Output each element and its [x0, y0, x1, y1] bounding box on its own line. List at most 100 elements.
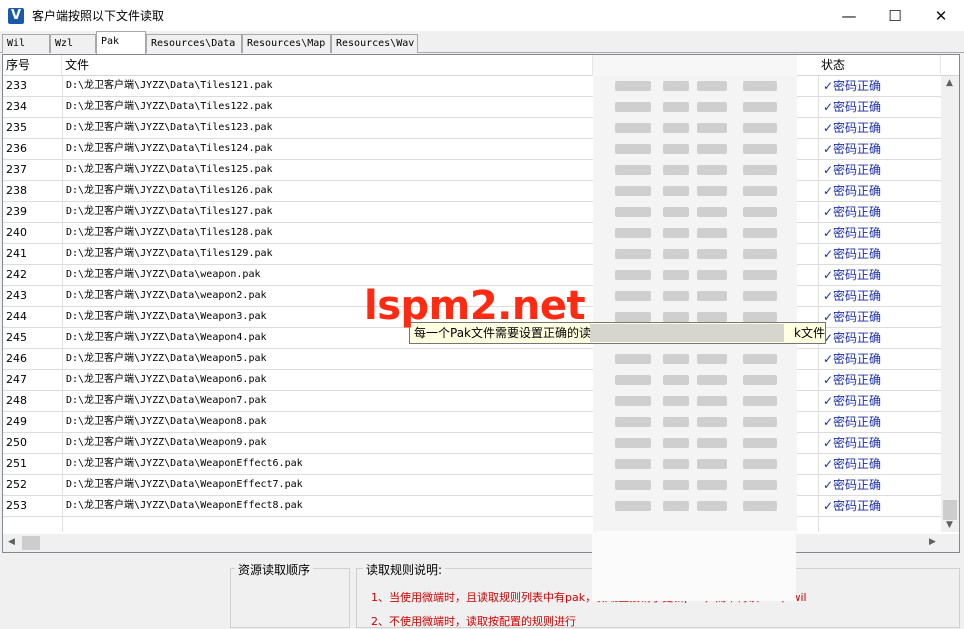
row-index: 240 — [6, 226, 27, 239]
table-row[interactable]: 233 D:\龙卫客户端\JYZZ\Data\Tiles121.pak ✓密码正确 — [3, 76, 941, 97]
tab-resources-wav[interactable]: Resources\Wav — [331, 34, 418, 53]
redaction-block — [663, 249, 689, 259]
redaction-block — [663, 396, 689, 406]
row-status: ✓密码正确 — [823, 268, 882, 282]
horizontal-scroll-thumb[interactable] — [22, 536, 40, 550]
redaction-block — [743, 396, 777, 406]
redaction-block — [615, 102, 651, 112]
redaction-block — [615, 375, 651, 385]
redaction-block — [697, 312, 727, 322]
table-row[interactable]: 251 D:\龙卫客户端\JYZZ\Data\WeaponEffect6.pak ✓… — [3, 454, 941, 475]
redaction-block — [615, 312, 651, 322]
redaction-block — [743, 354, 777, 364]
table-row[interactable]: 249 D:\龙卫客户端\JYZZ\Data\Weapon8.pak ✓密码正确 — [3, 412, 941, 433]
redacted-cell — [593, 454, 797, 475]
row-status: ✓密码正确 — [823, 184, 882, 198]
table-row[interactable]: 240 D:\龙卫客户端\JYZZ\Data\Tiles128.pak ✓密码正确 — [3, 223, 941, 244]
row-status: ✓密码正确 — [823, 499, 882, 513]
table-row[interactable]: 241 D:\龙卫客户端\JYZZ\Data\Tiles129.pak ✓密码正确 — [3, 244, 941, 265]
redaction-block — [697, 186, 727, 196]
table-row[interactable]: 234 D:\龙卫客户端\JYZZ\Data\Tiles122.pak ✓密码正确 — [3, 97, 941, 118]
redacted-cell — [593, 118, 797, 139]
redaction-block — [663, 102, 689, 112]
table-row[interactable]: 239 D:\龙卫客户端\JYZZ\Data\Tiles127.pak ✓密码正确 — [3, 202, 941, 223]
read-order-group: 资源读取顺序 — [230, 561, 350, 628]
table-row[interactable]: 237 D:\龙卫客户端\JYZZ\Data\Tiles125.pak ✓密码正确 — [3, 160, 941, 181]
vertical-scroll-thumb[interactable] — [943, 500, 957, 520]
row-index: 252 — [6, 478, 27, 491]
redaction-block — [615, 249, 651, 259]
row-index: 233 — [6, 79, 27, 92]
row-file-path: D:\龙卫客户端\JYZZ\Data\weapon.pak — [66, 269, 261, 280]
row-index: 242 — [6, 268, 27, 281]
redaction-block — [615, 207, 651, 217]
row-status: ✓密码正确 — [823, 163, 882, 177]
tab-resources-map[interactable]: Resources\Map — [242, 34, 331, 53]
row-file-path: D:\龙卫客户端\JYZZ\Data\Weapon8.pak — [66, 416, 267, 427]
row-status: ✓密码正确 — [823, 79, 882, 93]
redacted-cell — [593, 244, 797, 265]
redaction-block — [615, 81, 651, 91]
table-row[interactable]: 248 D:\龙卫客户端\JYZZ\Data\Weapon7.pak ✓密码正确 — [3, 391, 941, 412]
tab-wil[interactable]: Wil — [2, 34, 50, 53]
list-header: 序号 文件 状态 — [3, 55, 959, 76]
redaction-block — [697, 144, 727, 154]
redaction-block — [615, 144, 651, 154]
redaction-block — [743, 312, 777, 322]
table-row[interactable]: 235 D:\龙卫客户端\JYZZ\Data\Tiles123.pak ✓密码正确 — [3, 118, 941, 139]
table-row[interactable]: 238 D:\龙卫客户端\JYZZ\Data\Tiles126.pak ✓密码正确 — [3, 181, 941, 202]
row-status: ✓密码正确 — [823, 142, 882, 156]
table-row[interactable]: 250 D:\龙卫客户端\JYZZ\Data\Weapon9.pak ✓密码正确 — [3, 433, 941, 454]
row-file-path: D:\龙卫客户端\JYZZ\Data\WeaponEffect6.pak — [66, 458, 303, 469]
redaction-block — [697, 123, 727, 133]
table-row[interactable]: 236 D:\龙卫客户端\JYZZ\Data\Tiles124.pak ✓密码正确 — [3, 139, 941, 160]
minimize-button[interactable]: — — [826, 0, 872, 31]
tab-resources-data[interactable]: Resources\Data — [146, 34, 242, 53]
read-order-label: 资源读取顺序 — [235, 561, 314, 578]
row-status: ✓密码正确 — [823, 436, 882, 450]
column-header-index[interactable]: 序号 — [3, 55, 62, 76]
redacted-column — [593, 76, 797, 532]
scroll-right-arrow-icon[interactable]: ▶ — [929, 537, 936, 547]
row-file-path: D:\龙卫客户端\JYZZ\Data\Tiles128.pak — [66, 227, 273, 238]
row-index: 246 — [6, 352, 27, 365]
tab-pak[interactable]: Pak — [96, 31, 146, 54]
scroll-up-arrow-icon[interactable]: ▲ — [946, 78, 953, 88]
redaction-block — [663, 81, 689, 91]
redaction-block — [743, 186, 777, 196]
redaction-block — [615, 228, 651, 238]
row-file-path: D:\龙卫客户端\JYZZ\Data\WeaponEffect8.pak — [66, 500, 303, 511]
maximize-button[interactable]: ☐ — [872, 0, 918, 31]
title-bar: V 客户端按照以下文件读取 — ☐ ✕ — [0, 0, 964, 31]
row-status: ✓密码正确 — [823, 331, 882, 345]
redaction-block — [697, 81, 727, 91]
table-row[interactable]: 246 D:\龙卫客户端\JYZZ\Data\Weapon5.pak ✓密码正确 — [3, 349, 941, 370]
redacted-cell — [593, 433, 797, 454]
row-file-path: D:\龙卫客户端\JYZZ\Data\Tiles129.pak — [66, 248, 273, 259]
window-title: 客户端按照以下文件读取 — [32, 9, 165, 23]
horizontal-scrollbar[interactable]: ◀ ▶ — [3, 534, 959, 552]
redaction-block — [743, 375, 777, 385]
table-row[interactable]: 253 D:\龙卫客户端\JYZZ\Data\WeaponEffect8.pak ✓… — [3, 496, 941, 517]
row-index: 251 — [6, 457, 27, 470]
row-status: ✓密码正确 — [823, 289, 882, 303]
redaction-block — [743, 480, 777, 490]
rule-line-2: 2、不使用微端时，读取按配置的规则进行 — [371, 615, 576, 628]
column-header-status[interactable]: 状态 — [818, 55, 941, 76]
column-header-file[interactable]: 文件 — [62, 55, 593, 76]
scroll-down-arrow-icon[interactable]: ▼ — [946, 520, 953, 530]
table-row[interactable]: 247 D:\龙卫客户端\JYZZ\Data\Weapon6.pak ✓密码正确 — [3, 370, 941, 391]
redaction-block — [743, 270, 777, 280]
scroll-left-arrow-icon[interactable]: ◀ — [8, 537, 15, 547]
row-index: 241 — [6, 247, 27, 260]
redaction-block — [615, 417, 651, 427]
redaction-block — [743, 291, 777, 301]
redaction-block — [743, 165, 777, 175]
redaction-block — [663, 459, 689, 469]
table-row[interactable]: 252 D:\龙卫客户端\JYZZ\Data\WeaponEffect7.pak ✓… — [3, 475, 941, 496]
tab-wzl[interactable]: Wzl — [50, 34, 96, 53]
redacted-column-header — [593, 55, 797, 76]
vertical-scrollbar[interactable]: ▲ ▼ — [941, 76, 959, 532]
redaction-block — [697, 270, 727, 280]
close-button[interactable]: ✕ — [918, 0, 964, 31]
